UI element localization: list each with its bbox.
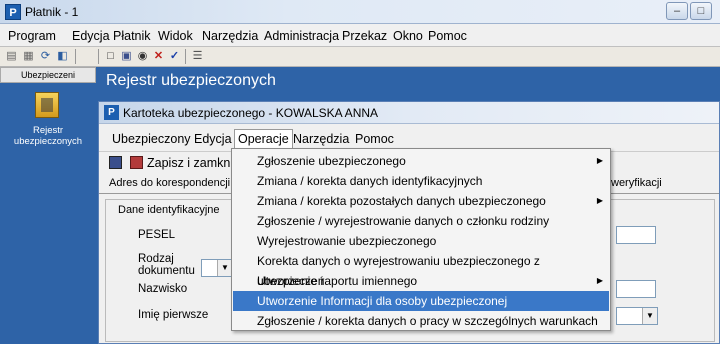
group-label: Dane identyfikacyjne	[118, 204, 220, 216]
main-toolbar: ▤ ▦ ⟳ ◧ □ ▣ ◉ ✕ ✓ ☰	[0, 47, 720, 67]
menu-ubezpieczony[interactable]: Ubezpieczony	[112, 132, 191, 146]
new-icon[interactable]: □	[103, 49, 118, 64]
child-window-title: Kartoteka ubezpieczonego - KOWALSKA ANNA	[123, 106, 379, 120]
doc-type-select[interactable]: ▼	[201, 259, 233, 277]
pesel-field[interactable]	[616, 226, 656, 244]
save-close-button[interactable]: Zapisz i zamknij	[147, 156, 236, 170]
refresh-icon[interactable]: ⟳	[38, 49, 53, 64]
menu-item-zmiana-pozostalych[interactable]: Zmiana / korekta pozostałych danych ubez…	[233, 191, 609, 211]
menu-widok[interactable]: Widok	[158, 29, 193, 43]
operacje-dropdown: Zgłoszenie ubezpieczonego ▶ Zmiana / kor…	[231, 148, 611, 331]
first-name-select[interactable]: ▼	[616, 307, 658, 325]
doc-type-label: Rodzaj dokumentu	[138, 253, 195, 277]
view-icon[interactable]: ◉	[135, 49, 150, 64]
surname-field[interactable]	[616, 280, 656, 298]
child-title-bar: P Kartoteka ubezpieczonego - KOWALSKA AN…	[99, 102, 719, 124]
menu-program[interactable]: Program	[8, 29, 56, 43]
menu-operacje[interactable]: Operacje	[234, 129, 293, 148]
menu-item-wyrejestrowanie[interactable]: Wyrejestrowanie ubezpieczonego	[233, 231, 609, 251]
menu-item-szczegolne-warunki[interactable]: Zgłoszenie / korekta danych o pracy w sz…	[233, 311, 609, 331]
save-icon[interactable]: ▣	[119, 49, 134, 64]
first-name-label: Imię pierwsze	[138, 309, 209, 321]
menu-child-edycja[interactable]: Edycja	[194, 132, 232, 146]
tab-verification[interactable]: weryfikacji	[611, 177, 662, 189]
chevron-down-icon[interactable]: ▼	[217, 260, 232, 276]
menu-item-zgloszenie[interactable]: Zgłoszenie ubezpieczonego ▶	[233, 151, 609, 171]
menu-item-korekta-wyrejestrowania[interactable]: Korekta danych o wyrejestrowaniu ubezpie…	[233, 251, 609, 288]
save-close-icon[interactable]	[130, 156, 143, 169]
save-icon[interactable]	[109, 156, 122, 169]
menu-item-zmiana-identyfikacyjnych[interactable]: Zmiana / korekta danych identyfikacyjnyc…	[233, 171, 609, 191]
check-icon[interactable]: ✓	[167, 49, 182, 64]
chevron-down-icon[interactable]: ▼	[642, 308, 657, 324]
maximize-button[interactable]: □	[690, 2, 712, 20]
child-app-icon: P	[104, 105, 119, 120]
child-menubar: Ubezpieczony Edycja Operacje Narzędzia P…	[99, 126, 719, 150]
menu-item-raport-imienny[interactable]: Utworzenie raportu imiennego ▶	[233, 271, 609, 291]
pesel-label: PESEL	[138, 229, 176, 241]
delete-icon[interactable]: ✕	[151, 49, 166, 64]
menu-narzedzia[interactable]: Narzędzia	[202, 29, 258, 43]
app-icon: P	[5, 4, 21, 20]
tab-address[interactable]: Adres do korespondencji	[109, 177, 230, 189]
menu-child-narzedzia[interactable]: Narzędzia	[293, 132, 349, 146]
header-band: Rejestr ubezpieczonych	[96, 67, 720, 95]
submenu-arrow-icon: ▶	[596, 196, 603, 205]
menu-okno[interactable]: Okno	[393, 29, 423, 43]
menu-administracja[interactable]: Administracja	[264, 29, 339, 43]
menu-item-informacja-ubezpieczonej[interactable]: Utworzenie Informacji dla osoby ubezpiec…	[233, 291, 609, 311]
menu-item-czlonek-rodziny[interactable]: Zgłoszenie / wyrejestrowanie danych o cz…	[233, 211, 609, 231]
register-icon[interactable]	[35, 92, 59, 118]
sidebar: Ubezpieczeni Rejestr ubezpieczonych	[0, 67, 96, 344]
minimize-button[interactable]: –	[666, 2, 688, 20]
sidebar-header: Ubezpieczeni	[0, 67, 96, 83]
find-icon[interactable]: ◧	[55, 49, 70, 64]
menu-platnik[interactable]: Płatnik	[113, 29, 151, 43]
menu-child-pomoc[interactable]: Pomoc	[355, 132, 394, 146]
print-icon[interactable]: ▦	[21, 49, 36, 64]
surname-label: Nazwisko	[138, 283, 188, 295]
submenu-arrow-icon: ▶	[596, 156, 603, 165]
title-bar: P Płatnik - 1 – □	[0, 0, 720, 24]
page-title: Rejestr ubezpieczonych	[106, 72, 276, 89]
menu-przekaz[interactable]: Przekaz	[342, 29, 387, 43]
filter-icon[interactable]: ☰	[190, 49, 205, 64]
menu-edycja[interactable]: Edycja	[72, 29, 110, 43]
main-menubar: Program Edycja Płatnik Widok Narzędzia A…	[0, 24, 720, 47]
menu-pomoc[interactable]: Pomoc	[428, 29, 467, 43]
submenu-arrow-icon: ▶	[596, 276, 603, 285]
window-title: Płatnik - 1	[25, 5, 79, 19]
sidebar-item-rejestr[interactable]: Rejestr ubezpieczonych	[0, 125, 96, 147]
open-icon[interactable]: ▤	[4, 49, 19, 64]
